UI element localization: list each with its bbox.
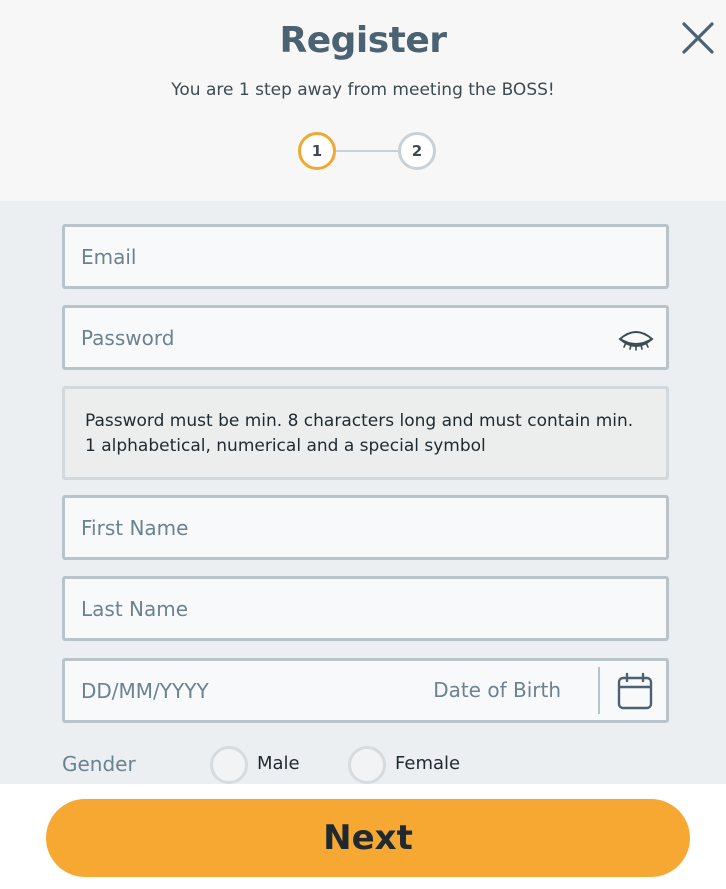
date-of-birth-input[interactable]: [81, 661, 401, 720]
next-button[interactable]: Next: [46, 799, 690, 877]
register-header: Register You are 1 step away from meetin…: [0, 0, 726, 201]
close-icon[interactable]: [680, 20, 716, 56]
eye-icon[interactable]: [617, 327, 655, 351]
date-of-birth-divider: [598, 667, 600, 714]
step-2: 2: [398, 132, 436, 170]
step-connector: [335, 150, 399, 152]
gender-male-label[interactable]: Male: [257, 753, 300, 774]
gender-selector: Gender Male Female: [62, 744, 669, 786]
last-name-field: [62, 576, 669, 641]
calendar-icon[interactable]: [616, 671, 654, 711]
page-subtitle: You are 1 step away from meeting the BOS…: [171, 80, 555, 100]
email-input[interactable]: [81, 227, 601, 286]
password-field: [62, 305, 669, 370]
password-input[interactable]: [81, 308, 601, 367]
password-hint-text: Password must be min. 8 characters long …: [85, 411, 634, 456]
first-name-field: [62, 495, 669, 560]
gender-label: Gender: [62, 752, 136, 776]
step-1: 1: [298, 132, 336, 170]
register-form: Password must be min. 8 characters long …: [0, 201, 726, 784]
first-name-input[interactable]: [81, 498, 601, 557]
password-hint: Password must be min. 8 characters long …: [62, 386, 669, 480]
gender-female-label[interactable]: Female: [395, 753, 460, 774]
last-name-input[interactable]: [81, 579, 601, 638]
date-of-birth-field: Date of Birth: [62, 658, 669, 723]
email-field: [62, 224, 669, 289]
step-indicator: 1 2: [298, 132, 438, 172]
gender-female-radio[interactable]: [348, 746, 386, 784]
gender-male-radio[interactable]: [210, 746, 248, 784]
page-title: Register: [279, 20, 447, 61]
date-of-birth-label: Date of Birth: [433, 678, 561, 702]
